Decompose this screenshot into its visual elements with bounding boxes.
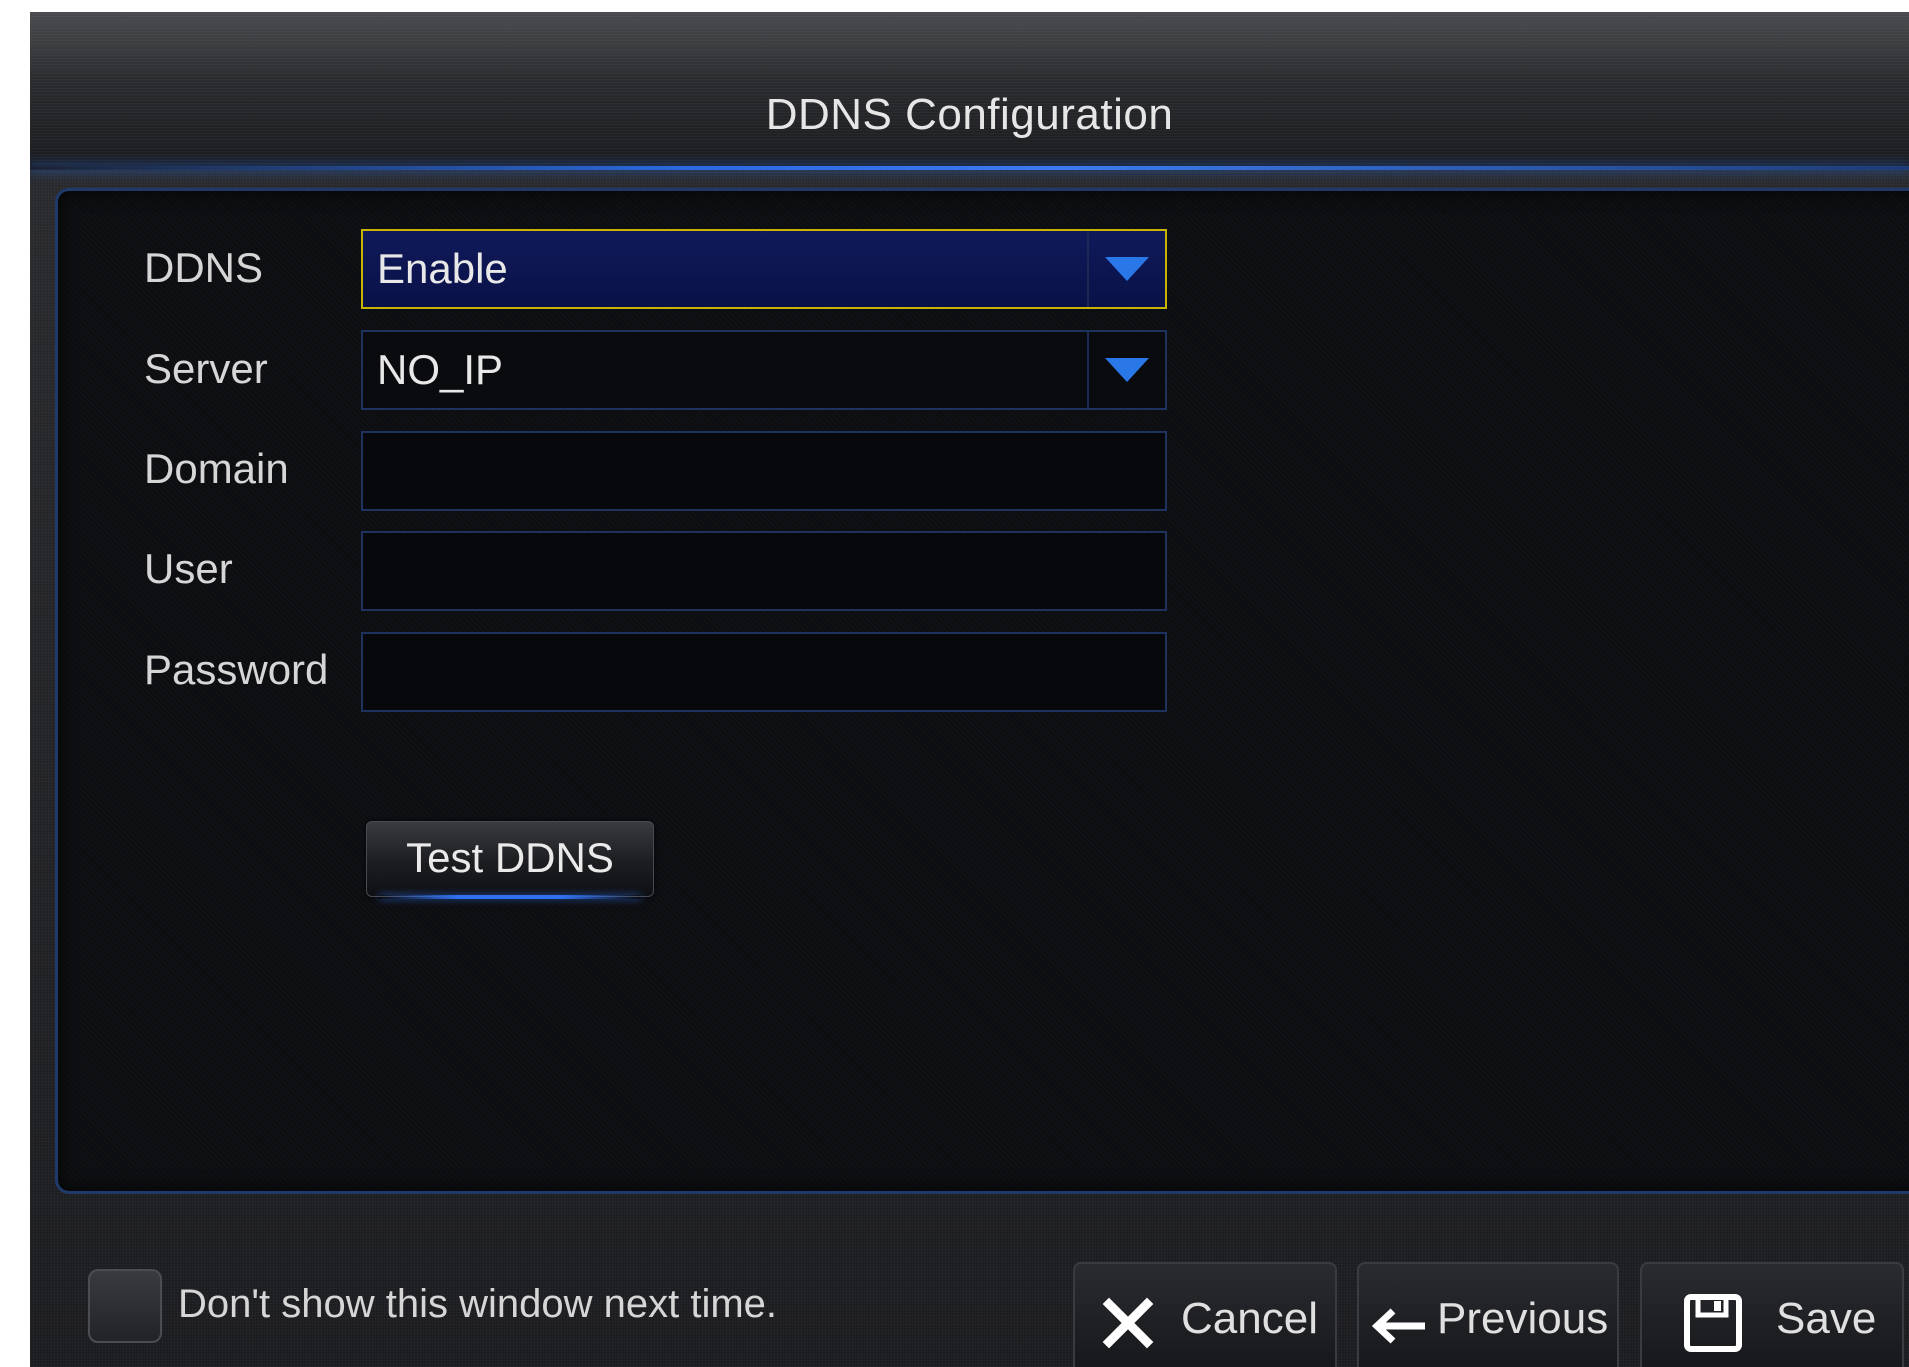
window-title: DDNS Configuration (765, 90, 1174, 139)
password-label: Password (144, 646, 329, 693)
chevron-down-icon[interactable] (1087, 332, 1165, 408)
previous-label: Previous (1437, 1294, 1609, 1343)
domain-input[interactable] (361, 431, 1167, 511)
cancel-label: Cancel (1181, 1294, 1318, 1343)
title-bar: DDNS Configuration (30, 12, 1909, 170)
chevron-down-icon[interactable] (1087, 231, 1165, 307)
close-icon (1101, 1296, 1155, 1361)
ddns-configuration-window: DDNS Configuration DDNS Enable Server NO… (30, 12, 1909, 1367)
save-button[interactable]: Save (1640, 1262, 1904, 1367)
server-select[interactable]: NO_IP (361, 330, 1167, 410)
button-glow (379, 895, 641, 899)
test-ddns-button[interactable]: Test DDNS (366, 821, 654, 899)
test-ddns-label: Test DDNS (406, 834, 614, 881)
floppy-disk-icon (1684, 1294, 1742, 1363)
arrow-left-icon (1369, 1306, 1429, 1357)
ddns-select-value: Enable (377, 245, 508, 292)
password-input[interactable] (361, 632, 1167, 712)
save-label: Save (1776, 1294, 1877, 1343)
domain-label: Domain (144, 445, 289, 492)
dont-show-checkbox[interactable] (88, 1269, 162, 1343)
ddns-label: DDNS (144, 244, 264, 291)
user-input[interactable] (361, 531, 1167, 611)
server-label: Server (144, 345, 268, 392)
user-label: User (144, 545, 233, 592)
dont-show-checkbox-label: Don't show this window next time. (178, 1282, 778, 1326)
ddns-select[interactable]: Enable (361, 229, 1167, 309)
server-select-value: NO_IP (377, 346, 504, 393)
cancel-button[interactable]: Cancel (1073, 1262, 1337, 1367)
settings-panel: DDNS Enable Server NO_IP Domain User Pas… (55, 188, 1909, 1194)
title-divider (30, 166, 1909, 170)
previous-button[interactable]: Previous (1357, 1262, 1619, 1367)
